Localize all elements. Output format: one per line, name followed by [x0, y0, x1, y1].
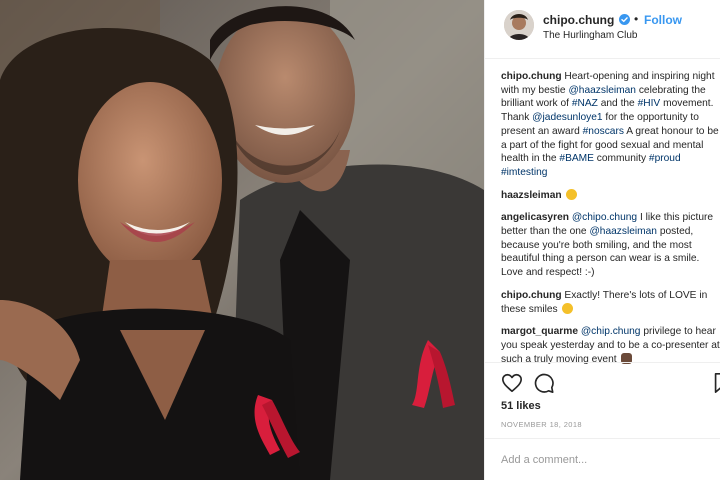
mention-link[interactable]: #noscars: [583, 126, 624, 137]
photo-illustration: [0, 0, 484, 480]
comment-item: chipo.chung Exactly! There's lots of LOV…: [501, 289, 720, 316]
mention-link[interactable]: #imtesting: [501, 167, 547, 178]
comment-username[interactable]: angelicasyren: [501, 212, 569, 223]
post-date: NOVEMBER 18, 2018: [501, 420, 583, 429]
heart-icon[interactable]: [501, 372, 523, 394]
bookmark-icon[interactable]: [711, 372, 720, 394]
smile-emoji-icon: [562, 302, 574, 314]
post-sidebar: chipo.chung • Follow The Hurlingham Club…: [484, 0, 720, 480]
add-comment-input[interactable]: [501, 452, 711, 468]
mention-link[interactable]: @chipo.chung: [572, 212, 637, 223]
mention-link[interactable]: #proud: [649, 153, 681, 164]
comment-username[interactable]: chipo.chung: [501, 290, 562, 301]
comment-text: Heart-opening and inspiring night with m…: [501, 71, 719, 178]
verified-badge-icon: [619, 14, 630, 25]
location-link[interactable]: The Hurlingham Club: [543, 30, 638, 41]
grin-emoji-icon: [566, 188, 578, 200]
comment-item: margot_quarme @chip.chung privilege to h…: [501, 325, 720, 366]
avatar[interactable]: [504, 10, 534, 40]
mention-link[interactable]: #HIV: [638, 98, 661, 109]
comment-list: chipo.chung Heart-opening and inspiring …: [501, 70, 720, 375]
comment-item: haazsleiman: [501, 188, 720, 203]
comment-input-divider: [485, 438, 720, 439]
post-username[interactable]: chipo.chung: [543, 13, 614, 27]
header-divider: [485, 58, 720, 59]
comment-username[interactable]: margot_quarme: [501, 326, 578, 337]
action-bar: [501, 372, 720, 394]
comment-username[interactable]: chipo.chung: [501, 71, 562, 82]
speech-bubble-icon[interactable]: [533, 372, 555, 394]
actions-divider: [485, 362, 720, 363]
mention-link[interactable]: @chip.chung: [581, 326, 641, 337]
mention-link[interactable]: #BAME: [559, 153, 594, 164]
post-photo[interactable]: [0, 0, 484, 480]
comment-item: angelicasyren @chipo.chung I like this p…: [501, 211, 720, 280]
mention-link[interactable]: #NAZ: [572, 98, 598, 109]
instagram-post: chipo.chung • Follow The Hurlingham Club…: [0, 0, 720, 480]
follow-button[interactable]: Follow: [644, 13, 682, 27]
avatar-image: [504, 10, 534, 40]
comment-username[interactable]: haazsleiman: [501, 190, 562, 201]
mention-link[interactable]: @jadesunloye1: [532, 112, 602, 123]
mention-link[interactable]: @haazsleiman: [589, 226, 657, 237]
likes-count[interactable]: 51 likes: [501, 400, 541, 412]
mention-link[interactable]: @haazsleiman: [568, 85, 636, 96]
comment-caption: chipo.chung Heart-opening and inspiring …: [501, 70, 720, 180]
separator-dot: •: [634, 12, 639, 26]
